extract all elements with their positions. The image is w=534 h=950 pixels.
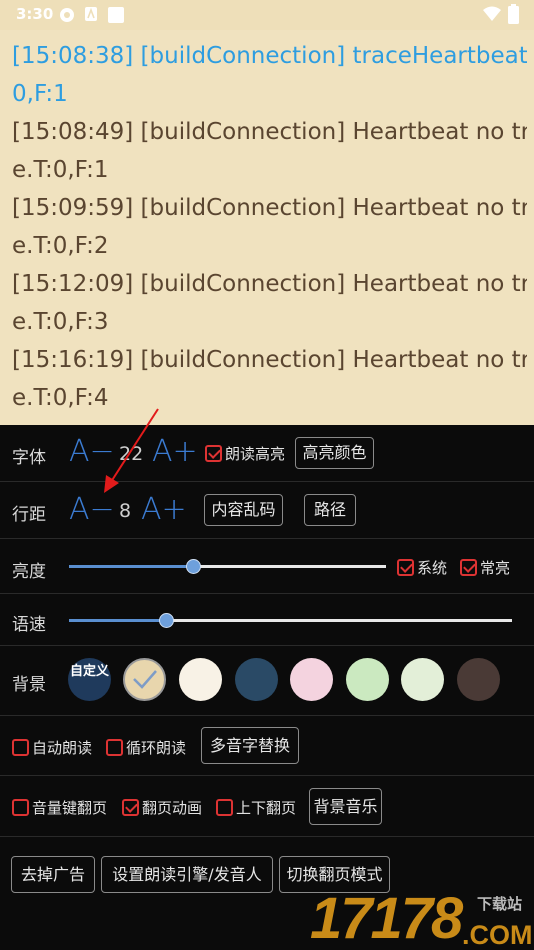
checkbox-unchecked-icon — [106, 739, 123, 756]
app-notification-icon — [60, 8, 74, 22]
always-on-checkbox[interactable]: 常亮 — [460, 557, 510, 578]
background-music-button[interactable]: 背景音乐 — [309, 788, 382, 825]
a-notification-icon — [85, 7, 97, 21]
log-line: [15:09:59] [buildConnection] Heartbeat n… — [12, 195, 527, 221]
custom-background-label: 自定义 — [69, 664, 109, 679]
volume-key-flip-checkbox[interactable]: 音量键翻页 — [12, 797, 107, 818]
system-brightness-checkbox[interactable]: 系统 — [397, 557, 447, 578]
status-time: 3:30 — [16, 5, 54, 23]
line-spacing-increase-button[interactable]: A+ — [141, 492, 187, 527]
log-line: e.T:0,F:2 — [12, 233, 109, 259]
checkbox-checked-icon — [460, 559, 477, 576]
log-line: [15:08:38] [buildConnection] traceHeartb… — [12, 43, 527, 69]
vertical-flip-label: 上下翻页 — [236, 799, 297, 817]
volume-key-flip-label: 音量键翻页 — [32, 799, 108, 817]
brightness-slider-thumb[interactable] — [186, 559, 201, 574]
check-icon — [133, 670, 157, 689]
log-line: [15:08:49] [buildConnection] Heartbeat n… — [12, 119, 527, 145]
checkbox-unchecked-icon — [216, 799, 233, 816]
system-brightness-label: 系统 — [417, 559, 448, 577]
background-swatch[interactable] — [401, 658, 444, 701]
square-notification-icon — [108, 7, 124, 23]
background-swatch[interactable] — [346, 658, 389, 701]
page-animation-checkbox[interactable]: 翻页动画 — [122, 797, 202, 818]
always-on-label: 常亮 — [480, 559, 511, 577]
checkbox-checked-icon — [205, 445, 222, 462]
speech-rate-label: 语速 — [12, 615, 46, 635]
highlight-color-button[interactable]: 高亮颜色 — [295, 437, 374, 469]
speech-rate-slider-thumb[interactable] — [159, 613, 174, 628]
background-swatch[interactable] — [290, 658, 333, 701]
brightness-slider-fill — [69, 565, 193, 568]
log-line: [15:16:19] [buildConnection] Heartbeat n… — [12, 347, 527, 373]
loop-read-checkbox[interactable]: 循环朗读 — [106, 737, 186, 758]
background-swatch[interactable] — [235, 658, 278, 701]
log-line: 0,F:1 — [12, 81, 68, 107]
checkbox-checked-icon — [122, 799, 139, 816]
path-button[interactable]: 路径 — [304, 494, 356, 526]
auto-read-label: 自动朗读 — [32, 739, 93, 757]
vertical-flip-checkbox[interactable]: 上下翻页 — [216, 797, 296, 818]
log-line: e.T:0,F:3 — [12, 309, 109, 335]
read-highlight-checkbox[interactable]: 朗读高亮 — [205, 443, 285, 464]
background-swatch[interactable] — [457, 658, 500, 701]
wifi-icon — [483, 6, 501, 21]
page-animation-label: 翻页动画 — [142, 799, 203, 817]
checkbox-unchecked-icon — [12, 799, 29, 816]
brightness-label: 亮度 — [12, 562, 46, 582]
brightness-slider[interactable] — [69, 559, 386, 574]
reader-content: [15:08:38] [buildConnection] traceHeartb… — [12, 37, 527, 417]
watermark-domain: .COM — [462, 920, 533, 950]
line-spacing-value: 8 — [119, 500, 132, 522]
log-line: e.T:0,F:1 — [12, 157, 109, 183]
annotation-arrow-icon — [104, 408, 159, 493]
garbled-content-button[interactable]: 内容乱码 — [204, 494, 283, 526]
speech-rate-slider-fill — [69, 619, 166, 622]
checkbox-checked-icon — [397, 559, 414, 576]
log-line: [15:12:09] [buildConnection] Heartbeat n… — [12, 271, 527, 297]
checkbox-unchecked-icon — [12, 739, 29, 756]
speech-rate-slider[interactable] — [69, 613, 512, 628]
line-spacing-label: 行距 — [12, 505, 46, 525]
font-label: 字体 — [12, 448, 46, 468]
loop-read-label: 循环朗读 — [126, 739, 187, 757]
polyphone-replace-button[interactable]: 多音字替换 — [201, 727, 299, 764]
tts-engine-button[interactable]: 设置朗读引擎/发音人 — [101, 856, 273, 893]
background-swatch[interactable] — [179, 658, 222, 701]
watermark-logo: 17178 — [310, 886, 463, 950]
read-highlight-label: 朗读高亮 — [225, 445, 286, 463]
remove-ads-button[interactable]: 去掉广告 — [11, 856, 95, 893]
auto-read-checkbox[interactable]: 自动朗读 — [12, 737, 92, 758]
line-spacing-decrease-button[interactable]: A− — [69, 492, 115, 527]
watermark-site-label: 下载站 — [477, 895, 523, 913]
log-line: e.T:0,F:4 — [12, 385, 109, 411]
battery-icon — [508, 4, 519, 24]
status-bar: 3:30 — [0, 0, 534, 30]
background-label: 背景 — [12, 675, 46, 695]
